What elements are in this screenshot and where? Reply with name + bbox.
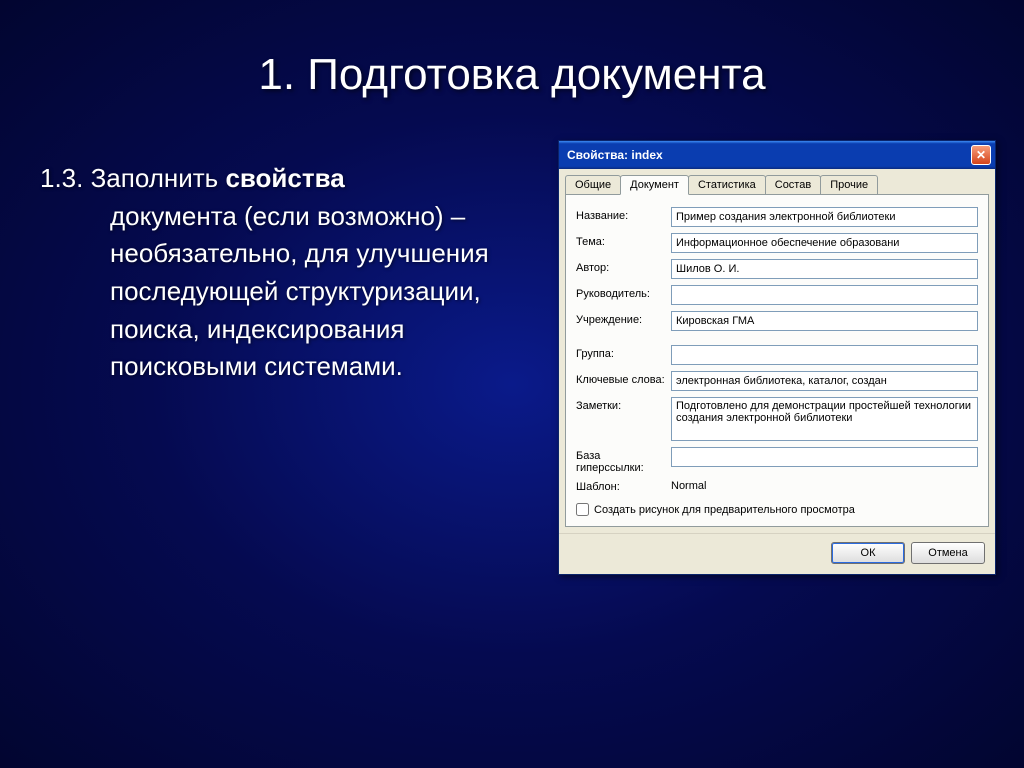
input-group[interactable] [671,345,978,365]
ok-button[interactable]: ОК [831,542,905,564]
label-hyperlink-base: База гиперссылки: [576,447,671,474]
tab-panel-document: Название: Тема: Автор: Руководитель: Учр… [565,194,989,527]
input-company[interactable] [671,311,978,331]
body-lead: 1.3. Заполнить [40,163,225,193]
input-keywords[interactable] [671,371,978,391]
checkbox-save-preview-label: Создать рисунок для предварительного про… [594,504,855,516]
slide-title: 1. Подготовка документа [0,0,1024,100]
label-comments: Заметки: [576,397,671,412]
label-manager: Руководитель: [576,285,671,300]
value-template: Normal [671,480,706,493]
label-company: Учреждение: [576,311,671,326]
properties-dialog: Свойства: index ✕ Общие Документ Статист… [558,140,996,575]
label-subject: Тема: [576,233,671,248]
tab-stats[interactable]: Статистика [688,175,766,194]
tab-other[interactable]: Прочие [820,175,878,194]
label-template: Шаблон: [576,480,671,493]
label-group: Группа: [576,345,671,360]
input-comments[interactable] [671,397,978,441]
input-manager[interactable] [671,285,978,305]
tab-general[interactable]: Общие [565,175,621,194]
tab-row: Общие Документ Статистика Состав Прочие [559,169,995,194]
titlebar[interactable]: Свойства: index ✕ [559,141,995,169]
checkbox-save-preview[interactable] [576,503,589,516]
label-title: Название: [576,207,671,222]
body-rest: документа (если возможно) – необязательн… [40,198,550,386]
input-hyperlink-base[interactable] [671,447,978,467]
window-title: Свойства: index [567,148,971,162]
close-icon: ✕ [976,148,986,162]
close-button[interactable]: ✕ [971,145,991,165]
label-author: Автор: [576,259,671,274]
input-subject[interactable] [671,233,978,253]
label-keywords: Ключевые слова: [576,371,671,386]
tab-contents[interactable]: Состав [765,175,821,194]
body-bold: свойства [225,163,344,193]
tab-document[interactable]: Документ [620,175,689,195]
slide-body: 1.3. Заполнить свойства документа (если … [30,120,550,386]
cancel-button[interactable]: Отмена [911,542,985,564]
button-bar: ОК Отмена [559,533,995,574]
input-title[interactable] [671,207,978,227]
input-author[interactable] [671,259,978,279]
